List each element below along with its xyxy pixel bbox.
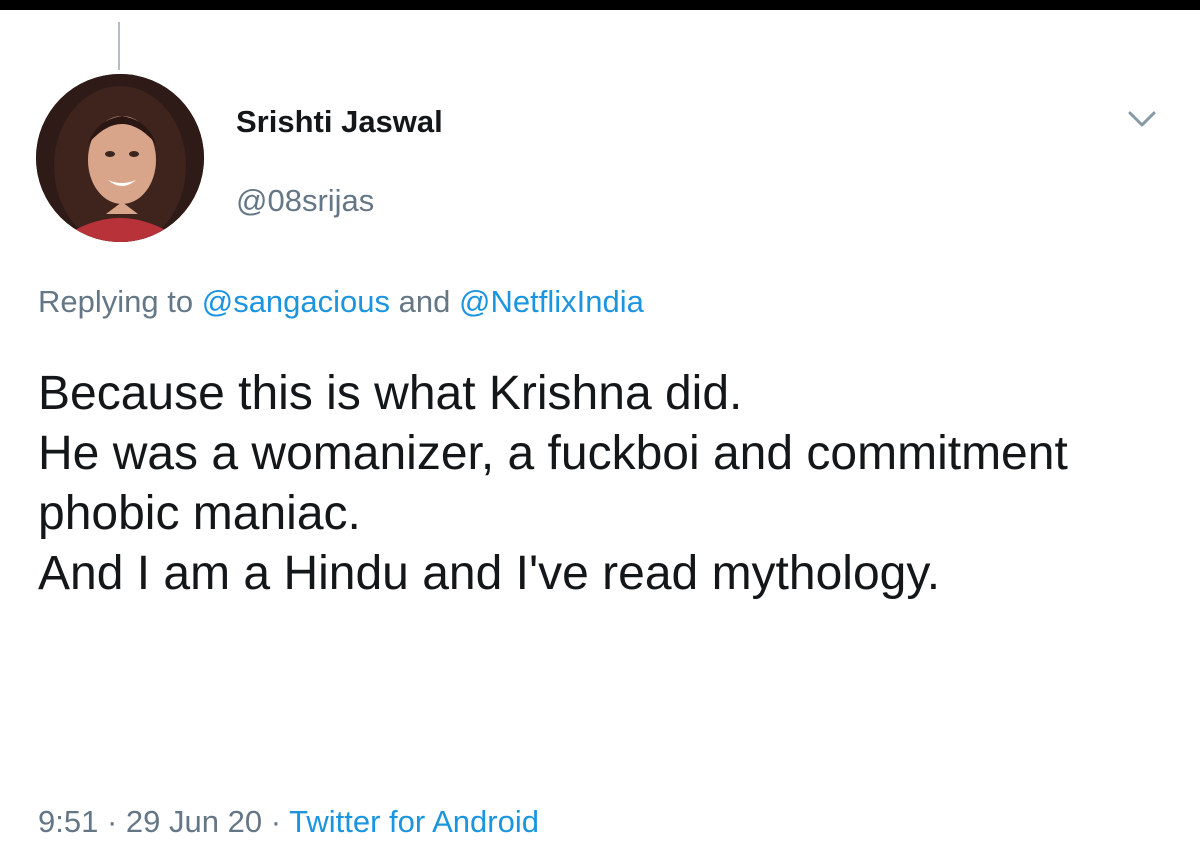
tweet-text: Because this is what Krishna did. He was… — [38, 367, 1068, 600]
top-border — [0, 0, 1200, 10]
mention-link[interactable]: @sangacious — [202, 284, 390, 319]
avatar-photo — [36, 74, 204, 242]
thread-connector-line — [118, 22, 120, 70]
meta-separator: · — [270, 804, 282, 839]
replying-prefix: Replying to — [38, 284, 194, 319]
display-name[interactable]: Srishti Jaswal — [236, 104, 443, 140]
user-handle[interactable]: @08srijas — [236, 183, 374, 219]
avatar[interactable] — [36, 74, 204, 242]
replying-to: Replying to @sangacious and @NetflixIndi… — [38, 284, 644, 320]
chevron-down-icon[interactable] — [1124, 104, 1160, 134]
tweet-meta: 9:51 · 29 Jun 20 · Twitter for Android — [38, 804, 539, 840]
mention-link[interactable]: @NetflixIndia — [459, 284, 644, 319]
replying-joiner: and — [398, 284, 451, 319]
tweet-date[interactable]: 29 Jun 20 — [126, 804, 262, 839]
tweet-source[interactable]: Twitter for Android — [289, 804, 539, 839]
meta-separator: · — [106, 804, 118, 839]
tweet-time[interactable]: 9:51 — [38, 804, 98, 839]
